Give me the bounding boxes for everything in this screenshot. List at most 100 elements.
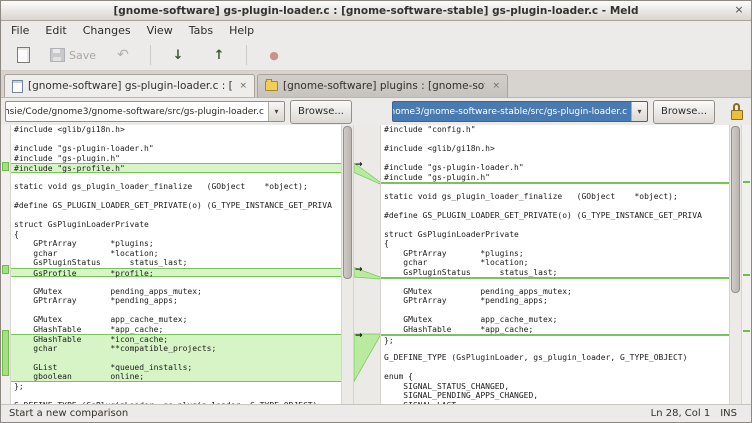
code-line: GHashTable *app_cache; bbox=[381, 325, 729, 335]
code-line: #include "config.h" bbox=[381, 125, 729, 135]
left-file-combobox[interactable]: me/hughsie/Code/gnome3/gnome-software/sr… bbox=[5, 101, 285, 122]
diff-area: #include <glib/gi18n.h> #include "gs-plug… bbox=[1, 125, 751, 404]
code-line: #include "gs-plugin.h" bbox=[11, 154, 341, 164]
code-line: { bbox=[381, 239, 729, 249]
code-line: #include "gs-plugin-loader.h" bbox=[381, 163, 729, 173]
code-line: GPtrArray *pending_apps; bbox=[381, 296, 729, 306]
code-line: struct GsPluginLoaderPrivate bbox=[381, 230, 729, 240]
code-line: GMutex app_cache_mutex; bbox=[11, 315, 341, 325]
diffmap-mark[interactable] bbox=[2, 162, 9, 171]
code-line: #include "gs-profile.h" bbox=[11, 163, 341, 173]
right-browse-button[interactable]: Browse... bbox=[653, 100, 715, 124]
save-button[interactable]: Save bbox=[45, 43, 101, 67]
code-line: gchar *location; bbox=[381, 258, 729, 268]
diffmap-mark[interactable] bbox=[2, 330, 9, 377]
code-line: G_DEFINE_TYPE (GsPluginLoader, gs_plugin… bbox=[381, 353, 729, 363]
arrow-up-icon: ↑ bbox=[214, 49, 225, 62]
right-file-combobox[interactable]: hsie/Code/gnome3/gnome-software-stable/s… bbox=[392, 101, 648, 122]
code-line: G_DEFINE_TYPE (GsPluginLoader, gs_plugin… bbox=[11, 401, 341, 405]
left-code-pane[interactable]: #include <glib/gi18n.h>#include "gs-plug… bbox=[11, 125, 341, 404]
menu-file[interactable]: File bbox=[3, 22, 37, 39]
save-icon bbox=[50, 48, 65, 62]
folder-diff-icon bbox=[265, 81, 278, 91]
code-line: struct GsPluginLoaderPrivate bbox=[11, 220, 341, 230]
diffmap-mark[interactable] bbox=[2, 265, 9, 274]
lock-icon[interactable] bbox=[730, 103, 745, 120]
stop-button[interactable]: ● bbox=[255, 43, 293, 67]
tab-close-icon[interactable]: × bbox=[239, 81, 247, 91]
code-line bbox=[381, 182, 729, 192]
lock-body bbox=[731, 110, 743, 120]
push-change-right-arrow[interactable]: → bbox=[355, 161, 363, 170]
save-label: Save bbox=[69, 49, 96, 62]
code-line: GPtrArray *plugins; bbox=[11, 239, 341, 249]
code-line: GPtrArray *plugins; bbox=[381, 249, 729, 259]
insert-mode-indicator: INS bbox=[720, 408, 737, 419]
arrow-down-icon: ↓ bbox=[173, 49, 184, 62]
push-change-right-arrow[interactable]: → bbox=[355, 266, 363, 275]
code-line: #define GS_PLUGIN_LOADER_GET_PRIVATE(o) … bbox=[11, 201, 341, 211]
scrollbar-thumb[interactable] bbox=[731, 126, 740, 293]
tab-file-comparison[interactable]: [gnome-software] gs-plugin-loader.c : [g… bbox=[4, 74, 255, 97]
code-line bbox=[381, 277, 729, 287]
code-line: #include "gs-plugin-loader.h" bbox=[11, 144, 341, 154]
code-line bbox=[381, 363, 729, 373]
window-close-icon[interactable]: × bbox=[732, 3, 746, 17]
code-line: SIGNAL_PENDING_APPS_CHANGED, bbox=[381, 391, 729, 401]
menu-edit[interactable]: Edit bbox=[37, 22, 74, 39]
code-line bbox=[11, 135, 341, 145]
code-line: #define GS_PLUGIN_LOADER_GET_PRIVATE(o) … bbox=[381, 211, 729, 221]
tab-folder-comparison[interactable]: [gnome-software] plugins : [gnome-soft × bbox=[257, 74, 508, 97]
code-line: #include "gs-plugin.h" bbox=[381, 173, 729, 183]
cursor-position: Ln 28, Col 1 bbox=[651, 408, 711, 419]
left-diffmap[interactable] bbox=[1, 125, 11, 404]
code-line: static void gs_plugin_loader_finalize (G… bbox=[11, 182, 341, 192]
new-comparison-button[interactable] bbox=[4, 43, 42, 67]
undo-button[interactable]: ↶ bbox=[104, 43, 142, 67]
meld-window: [gnome-software] gs-plugin-loader.c : [g… bbox=[0, 0, 752, 423]
code-line: GsPluginStatus status_last; bbox=[381, 268, 729, 278]
code-line bbox=[11, 277, 341, 287]
change-gutter: → → → bbox=[353, 125, 381, 404]
code-line: GsPluginStatus status_last; bbox=[11, 258, 341, 268]
menu-tabs[interactable]: Tabs bbox=[181, 22, 221, 39]
code-line: GHashTable *icon_cache; bbox=[11, 334, 341, 344]
push-change-right-arrow[interactable]: → bbox=[355, 332, 363, 341]
titlebar[interactable]: [gnome-software] gs-plugin-loader.c : [g… bbox=[1, 1, 751, 21]
tab-close-icon[interactable]: × bbox=[492, 81, 500, 91]
left-browse-button[interactable]: Browse... bbox=[290, 100, 352, 124]
code-line: GMutex pending_apps_mutex; bbox=[381, 287, 729, 297]
menu-changes[interactable]: Changes bbox=[75, 22, 139, 39]
code-line bbox=[381, 154, 729, 164]
menu-help[interactable]: Help bbox=[221, 22, 262, 39]
menu-view[interactable]: View bbox=[139, 22, 181, 39]
toolbar-separator bbox=[150, 45, 151, 65]
chevron-down-icon[interactable]: ▾ bbox=[268, 102, 284, 121]
chevron-down-icon[interactable]: ▾ bbox=[631, 102, 647, 121]
scrollbar-thumb[interactable] bbox=[343, 126, 352, 279]
code-line: gchar *location; bbox=[11, 249, 341, 259]
code-line: SIGNAL_LAST bbox=[381, 401, 729, 405]
tab-label: [gnome-software] plugins : [gnome-soft bbox=[283, 80, 485, 92]
code-line bbox=[381, 135, 729, 145]
diffmap-mark[interactable] bbox=[743, 274, 750, 276]
code-line bbox=[381, 220, 729, 230]
right-scrollbar[interactable] bbox=[729, 125, 741, 404]
code-line: gchar **compatible_projects; bbox=[11, 344, 341, 354]
right-code-pane[interactable]: #include "config.h" #include <glib/gi18n.… bbox=[381, 125, 729, 404]
right-diffmap[interactable] bbox=[741, 125, 751, 404]
previous-change-button[interactable]: ↑ bbox=[200, 43, 238, 67]
code-line: GPtrArray *pending_apps; bbox=[11, 296, 341, 306]
status-message: Start a new comparison bbox=[9, 408, 128, 419]
left-scrollbar[interactable] bbox=[341, 125, 353, 404]
code-line bbox=[11, 353, 341, 363]
code-line: GList *queued_installs; bbox=[11, 363, 341, 373]
code-line: GsProfile *profile; bbox=[11, 268, 341, 278]
next-change-button[interactable]: ↓ bbox=[159, 43, 197, 67]
diffmap-mark[interactable] bbox=[743, 181, 750, 183]
code-line: static void gs_plugin_loader_finalize (G… bbox=[381, 192, 729, 202]
code-line: GHashTable *app_cache; bbox=[11, 325, 341, 335]
diffmap-mark[interactable] bbox=[743, 330, 750, 332]
code-line: #include <glib/gi18n.h> bbox=[381, 144, 729, 154]
code-line bbox=[11, 391, 341, 401]
